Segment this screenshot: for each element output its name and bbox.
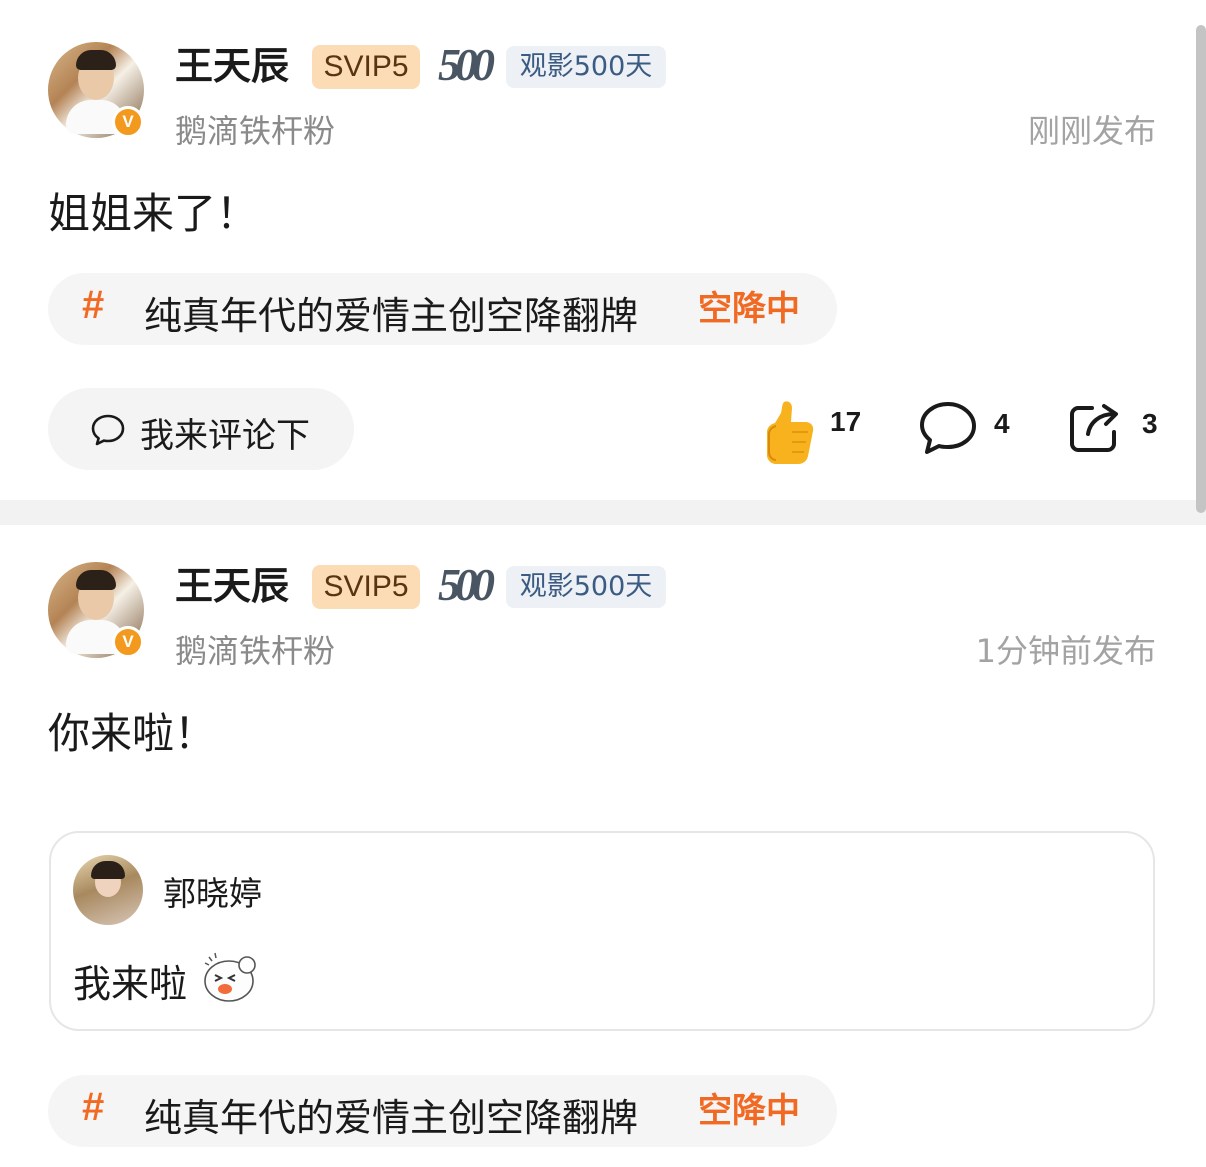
- fan-title: 鹅滴铁杆粉: [175, 112, 336, 150]
- username[interactable]: 王天辰: [175, 562, 289, 610]
- comment-icon: [920, 402, 976, 454]
- quoted-user-avatar[interactable]: [73, 855, 143, 925]
- watch-days-badge: 500 观影500天: [438, 559, 666, 610]
- post-content: 姐姐来了！: [48, 189, 259, 238]
- topic-text: 纯真年代的爱情主创空降翻牌: [144, 294, 639, 338]
- username[interactable]: 王天辰: [175, 42, 289, 90]
- post-time: 刚刚发布: [1027, 112, 1156, 150]
- share-button[interactable]: 3: [1068, 402, 1163, 458]
- badge-500-label: 观影500天: [506, 46, 666, 88]
- thumbs-up-icon: [767, 401, 814, 464]
- laughing-bird-emoji-icon: [204, 952, 256, 1002]
- user-avatar[interactable]: V: [48, 42, 144, 138]
- comment-input-button[interactable]: 我来评论下: [48, 388, 354, 470]
- hashtag-icon: #: [82, 283, 105, 327]
- verified-icon: V: [112, 626, 144, 658]
- speech-bubble-icon: [91, 414, 125, 446]
- topic-live-tag: 空降中: [698, 289, 800, 329]
- like-button[interactable]: 17: [762, 398, 872, 468]
- fan-title: 鹅滴铁杆粉: [175, 632, 336, 670]
- post-divider: [0, 500, 1206, 525]
- post-time: 1分钟前发布: [975, 632, 1156, 670]
- topic-chip[interactable]: # 纯真年代的爱情主创空降翻牌 空降中: [48, 273, 837, 345]
- comment-button[interactable]: 4: [918, 400, 1018, 460]
- user-avatar[interactable]: V: [48, 562, 144, 658]
- svip-badge: SVIP5: [312, 565, 420, 609]
- topic-live-tag: 空降中: [698, 1091, 800, 1131]
- share-icon: [1070, 404, 1118, 452]
- share-count: 3: [1142, 408, 1158, 439]
- svip-badge: SVIP5: [312, 45, 420, 89]
- scrollbar[interactable]: [1196, 25, 1206, 513]
- topic-text: 纯真年代的爱情主创空降翻牌: [144, 1096, 639, 1140]
- quoted-comment[interactable]: 郭晓婷 我来啦: [49, 831, 1155, 1031]
- comment-count: 4: [994, 408, 1010, 439]
- verified-icon: V: [112, 106, 144, 138]
- badge-500-text: 500: [438, 559, 495, 610]
- badge-500-text: 500: [438, 39, 495, 90]
- quoted-text: 我来啦: [73, 962, 188, 1006]
- watch-days-badge: 500 观影500天: [438, 39, 666, 90]
- quoted-username[interactable]: 郭晓婷: [163, 867, 262, 915]
- like-count: 17: [830, 406, 862, 437]
- badge-500-label: 观影500天: [506, 566, 666, 608]
- post-card: V 王天辰 SVIP5 500 观影500天 鹅滴铁杆粉 刚刚发布 姐姐来了！ …: [0, 0, 1186, 500]
- comment-placeholder: 我来评论下: [140, 416, 310, 456]
- topic-chip[interactable]: # 纯真年代的爱情主创空降翻牌 空降中: [48, 1075, 837, 1147]
- post-content: 你来啦！: [48, 709, 217, 758]
- hashtag-icon: #: [82, 1085, 105, 1129]
